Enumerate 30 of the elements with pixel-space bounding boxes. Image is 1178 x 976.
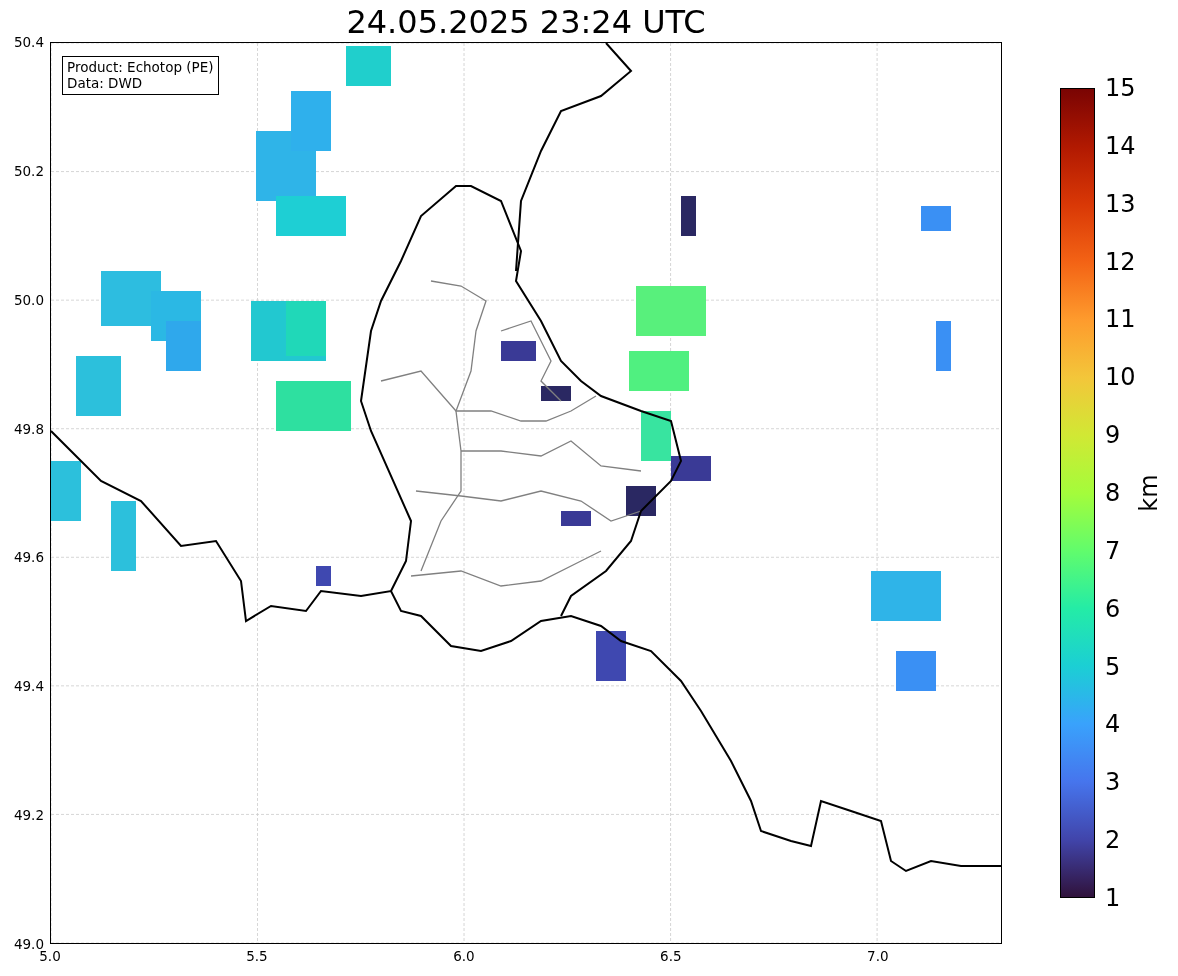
x-tick-label: 6.5 bbox=[660, 948, 682, 964]
colorbar-label: km bbox=[1134, 474, 1163, 512]
colorbar-tick-label: 10 bbox=[1105, 363, 1136, 392]
chart-title: 24.05.2025 23:24 UTC bbox=[345, 2, 707, 42]
info-text: Data: DWD bbox=[67, 75, 144, 91]
colorbar-tick-label: 15 bbox=[1105, 74, 1136, 102]
colorbar-tick-label: 3 bbox=[1105, 768, 1121, 797]
y-tick-label: 50.0 bbox=[12, 291, 44, 308]
colorbar-tick-label: 11 bbox=[1105, 305, 1136, 334]
y-tick-label: 50.4 bbox=[12, 34, 44, 50]
y-tick-label: 49.4 bbox=[12, 678, 44, 695]
y-tick-label: 49.8 bbox=[12, 420, 44, 437]
colorbar-tick-label: 8 bbox=[1105, 479, 1121, 507]
colorbar-tick-label: 5 bbox=[1105, 652, 1121, 681]
x-tick-label: 5.5 bbox=[246, 948, 268, 964]
y-tick-label: 50.2 bbox=[12, 162, 44, 179]
y-tick-label: 49.2 bbox=[12, 807, 44, 824]
y-tick-label: 49.6 bbox=[12, 549, 44, 566]
colorbar-tick-label: 6 bbox=[1105, 594, 1121, 623]
info-text: Product: Echotop (PE) bbox=[67, 59, 214, 75]
x-tick-label: 7.0 bbox=[867, 948, 889, 964]
colorbar-tick-label: 1 bbox=[1105, 884, 1121, 912]
colorbar-tick-label: 2 bbox=[1105, 826, 1121, 855]
colorbar-tick-label: 13 bbox=[1105, 189, 1136, 218]
colorbar-tick-label: 7 bbox=[1105, 536, 1121, 565]
colorbar-tick-label: 9 bbox=[1105, 421, 1121, 450]
colorbar-tick-label: 12 bbox=[1105, 247, 1136, 276]
x-tick-label: 6.0 bbox=[453, 948, 475, 964]
colorbar-tick-label: 4 bbox=[1105, 710, 1121, 739]
colorbar-tick-label: 14 bbox=[1105, 131, 1136, 160]
